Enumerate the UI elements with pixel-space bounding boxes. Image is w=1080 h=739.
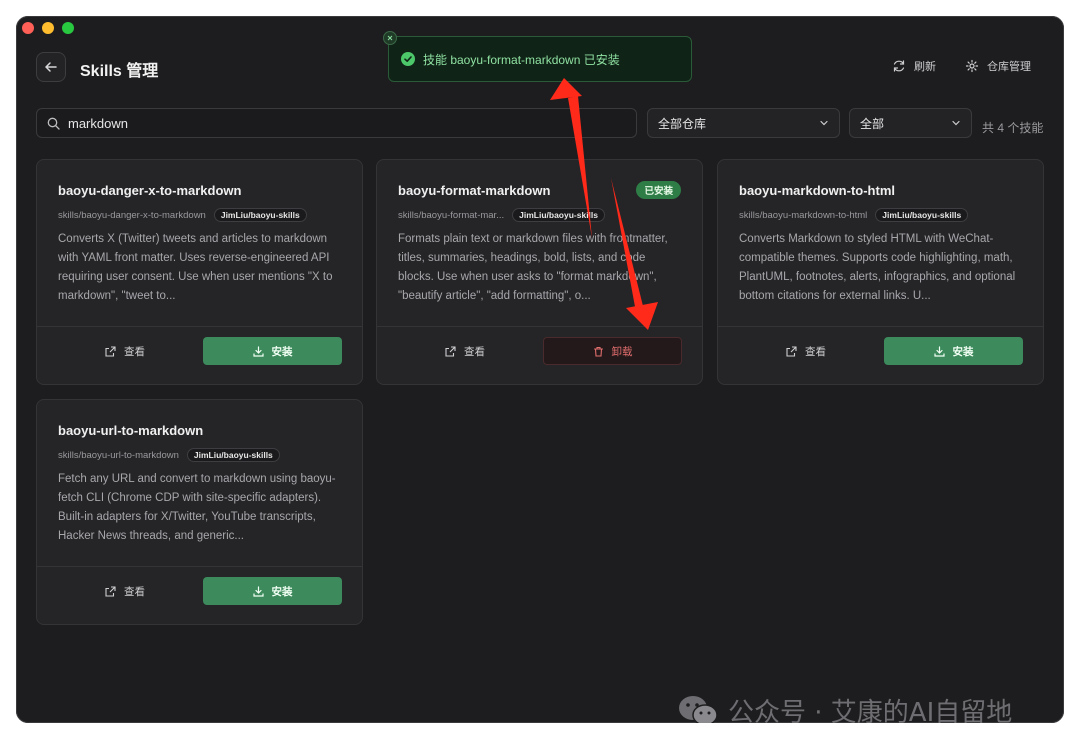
skill-path-row: skills/baoyu-danger-x-to-markdown JimLiu… (58, 208, 307, 222)
skill-card: baoyu-format-markdown 已安装 skills/baoyu-f… (376, 159, 703, 385)
window-controls (22, 22, 74, 34)
skill-name: baoyu-format-markdown (398, 183, 551, 198)
chevron-down-icon (820, 120, 828, 126)
card-footer: 查看 安装 (37, 566, 362, 624)
card-footer: 查看 安装 (37, 326, 362, 384)
repo-filter-select[interactable]: 全部仓库 (647, 108, 840, 138)
repo-filter-value: 全部仓库 (658, 116, 707, 131)
skill-path: skills/baoyu-url-to-markdown (58, 449, 179, 461)
install-button[interactable]: 安装 (203, 577, 342, 605)
view-label: 查看 (464, 346, 485, 358)
trash-icon (593, 346, 603, 357)
page-title: Skills 管理 (80, 63, 159, 80)
skill-description: Formats plain text or markdown files wit… (398, 233, 668, 302)
app-window: Skills 管理 刷新 仓库管理 技能 baoyu-format-markdo… (16, 16, 1064, 723)
check-circle-icon (401, 52, 415, 66)
view-label: 查看 (805, 346, 826, 358)
toast-message: 技能 baoyu-format-markdown 已安装 (423, 52, 620, 67)
install-button[interactable]: 安装 (203, 337, 342, 365)
skill-description: Converts X (Twitter) tweets and articles… (58, 233, 333, 302)
chevron-down-icon (952, 120, 960, 126)
close-window-button[interactable] (22, 22, 34, 34)
status-filter-select[interactable]: 全部 (849, 108, 972, 138)
installed-badge: 已安装 (636, 181, 681, 199)
install-label: 安装 (271, 585, 293, 598)
skill-card: baoyu-markdown-to-html skills/baoyu-mark… (717, 159, 1044, 385)
repo-tag: JimLiu/baoyu-skills (875, 208, 969, 222)
skill-name: baoyu-markdown-to-html (739, 183, 895, 198)
status-filter-value: 全部 (860, 116, 885, 131)
download-icon (252, 585, 264, 597)
skill-card: baoyu-danger-x-to-markdown skills/baoyu-… (36, 159, 363, 385)
install-button[interactable]: 安装 (884, 337, 1023, 365)
external-link-icon (786, 346, 797, 357)
skill-description: Converts Markdown to styled HTML with We… (739, 233, 1016, 302)
skill-description: Fetch any URL and convert to markdown us… (58, 473, 336, 542)
toast-close-button[interactable] (383, 31, 397, 45)
search-box[interactable] (36, 108, 637, 138)
download-icon (252, 345, 264, 357)
view-label: 查看 (124, 346, 145, 358)
search-icon (47, 117, 60, 130)
install-label: 安装 (952, 345, 974, 358)
skill-card: baoyu-url-to-markdown skills/baoyu-url-t… (36, 399, 363, 625)
skill-name: baoyu-danger-x-to-markdown (58, 183, 242, 198)
repo-manage-label: 仓库管理 (987, 61, 1031, 73)
external-link-icon (105, 586, 116, 597)
external-link-icon (445, 346, 456, 357)
gear-icon (965, 59, 979, 73)
refresh-label: 刷新 (914, 61, 936, 73)
view-button[interactable]: 查看 (786, 344, 826, 359)
card-footer: 查看 安装 (718, 326, 1043, 384)
card-footer: 查看 卸载 (377, 326, 702, 384)
view-button[interactable]: 查看 (445, 344, 485, 359)
skill-path: skills/baoyu-markdown-to-html (739, 209, 868, 221)
zoom-window-button[interactable] (62, 22, 74, 34)
skill-path: skills/baoyu-danger-x-to-markdown (58, 209, 206, 221)
arrow-left-icon (45, 62, 57, 72)
skill-path-row: skills/baoyu-format-mar... JimLiu/baoyu-… (398, 208, 606, 222)
search-input[interactable] (68, 115, 608, 131)
view-button[interactable]: 查看 (105, 344, 145, 359)
uninstall-button[interactable]: 卸载 (543, 337, 682, 365)
install-success-toast: 技能 baoyu-format-markdown 已安装 (383, 31, 692, 82)
skill-path-row: skills/baoyu-markdown-to-html JimLiu/bao… (739, 208, 969, 222)
skill-path-row: skills/baoyu-url-to-markdown JimLiu/baoy… (58, 448, 280, 462)
repo-tag: JimLiu/baoyu-skills (213, 208, 307, 222)
watermark-text: 公众号 · 艾康的AI自留地 (728, 698, 1013, 723)
uninstall-label: 卸载 (611, 345, 633, 358)
watermark: 公众号 · 艾康的AI自留地 (678, 692, 1012, 723)
back-button[interactable] (36, 52, 66, 82)
wechat-icon (679, 695, 718, 723)
repo-manage-button[interactable]: 仓库管理 (965, 58, 1031, 74)
install-label: 安装 (271, 345, 293, 358)
repo-tag: JimLiu/baoyu-skills (186, 448, 280, 462)
skill-name: baoyu-url-to-markdown (58, 423, 204, 438)
repo-tag: JimLiu/baoyu-skills (512, 208, 606, 222)
refresh-icon (893, 60, 905, 72)
minimize-window-button[interactable] (42, 22, 54, 34)
skill-count: 共 4 个技能 (982, 121, 1044, 135)
refresh-button[interactable]: 刷新 (892, 58, 936, 74)
external-link-icon (105, 346, 116, 357)
download-icon (933, 345, 945, 357)
view-label: 查看 (124, 586, 145, 598)
close-icon (387, 35, 393, 41)
view-button[interactable]: 查看 (105, 584, 145, 599)
skill-path: skills/baoyu-format-mar... (398, 209, 505, 221)
